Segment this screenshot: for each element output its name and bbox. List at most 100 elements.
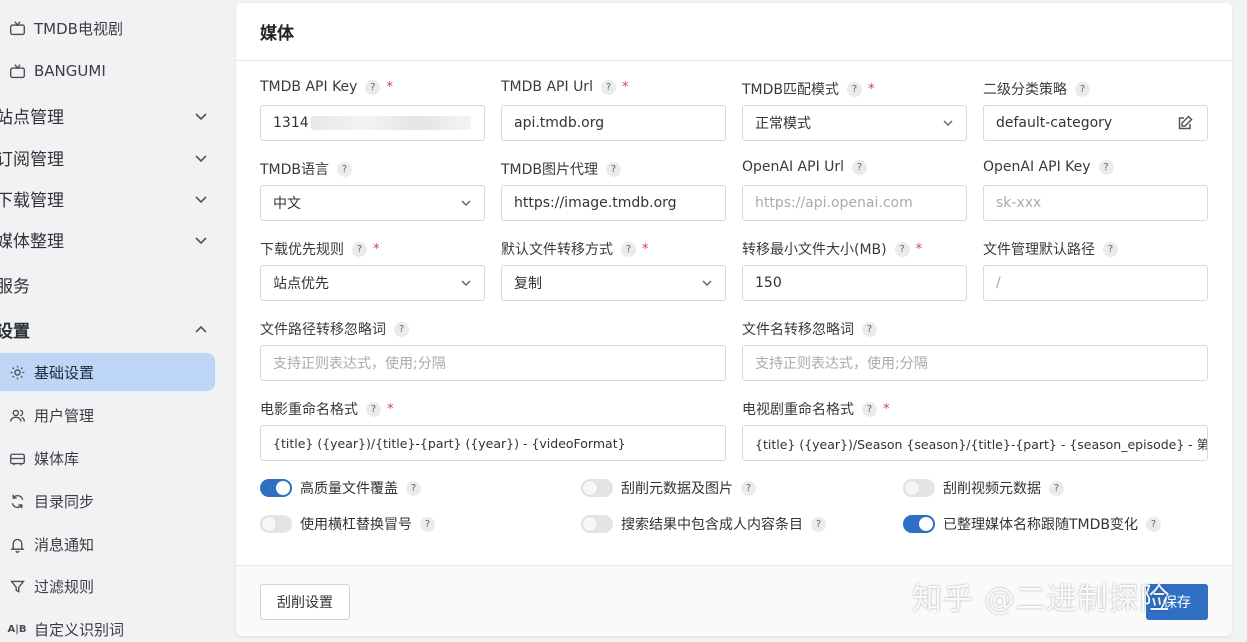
label-text: TMDB语言 <box>260 162 330 178</box>
openai-api-url-input[interactable]: https://api.openai.com <box>742 185 967 221</box>
tmdb-match-mode-select[interactable]: 正常模式 <box>742 105 967 141</box>
toggle-label: 高质量文件覆盖 <box>300 481 398 497</box>
sidebar-group-services[interactable]: 服务 <box>0 265 218 303</box>
help-icon[interactable]: ? <box>394 321 409 337</box>
category-policy-input[interactable]: default-category <box>983 105 1208 141</box>
path-ignore-label: 文件路径转移忽略词 ? <box>260 319 409 339</box>
movie-format-input[interactable]: {title} ({year})/{title}-{part} ({year})… <box>260 425 726 461</box>
download-priority-label: 下载优先规则 ? * <box>260 239 380 259</box>
sidebar-item-users[interactable]: 用户管理 <box>0 396 215 434</box>
sidebar-group-sites[interactable]: 站点管理 <box>0 96 218 134</box>
select-value: 正常模式 <box>755 116 811 132</box>
sidebar-item-dir-sync[interactable]: 目录同步 <box>0 482 215 520</box>
help-icon[interactable]: ? <box>352 241 367 257</box>
input-value: {title} ({year})/{title}-{part} ({year})… <box>273 435 626 451</box>
sidebar-item-library[interactable]: 媒体库 <box>0 439 215 477</box>
select-value: 中文 <box>273 196 301 212</box>
toggle-switch[interactable] <box>581 515 613 533</box>
help-icon[interactable]: ? <box>1098 159 1114 175</box>
help-icon[interactable]: ? <box>366 401 381 417</box>
sync-icon <box>8 492 26 510</box>
help-icon[interactable]: ? <box>811 516 826 532</box>
help-icon[interactable]: ? <box>894 241 910 257</box>
help-icon[interactable]: ? <box>741 480 756 496</box>
input-value: api.tmdb.org <box>514 115 605 131</box>
sidebar-group-subscriptions[interactable]: 订阅管理 <box>0 138 218 176</box>
tmdb-image-proxy-input[interactable]: https://image.tmdb.org <box>501 185 726 221</box>
toggle-switch[interactable] <box>260 479 292 497</box>
transfer-mode-select[interactable]: 复制 <box>501 265 726 301</box>
tmdb-api-url-input[interactable]: api.tmdb.org <box>501 105 726 141</box>
toggle-switch[interactable] <box>581 479 613 497</box>
tmdb-api-key-input[interactable]: 1314 <box>260 105 485 141</box>
toggle-switch[interactable] <box>903 515 935 533</box>
sidebar-item-custom-words[interactable]: A|B 自定义识别词 <box>0 610 215 642</box>
name-ignore-input[interactable]: 支持正则表达式，使用;分隔 <box>742 345 1208 381</box>
edit-icon[interactable] <box>1177 115 1193 131</box>
tv-icon <box>8 19 26 37</box>
watermark: 知乎 @二进制探险 <box>912 582 1171 617</box>
toggle-switch[interactable] <box>260 515 292 533</box>
download-priority-select[interactable]: 站点优先 <box>260 265 485 301</box>
help-icon[interactable]: ? <box>1146 516 1162 532</box>
default-path-input[interactable]: / <box>983 265 1208 301</box>
input-placeholder: 支持正则表达式，使用;分隔 <box>755 356 928 372</box>
toggle-scrape-video-metadata[interactable]: 刮削视频元数据 ? <box>903 478 1064 498</box>
tmdb-language-select[interactable]: 中文 <box>260 185 485 221</box>
help-icon[interactable]: ? <box>365 79 381 95</box>
help-icon[interactable]: ? <box>1049 480 1064 496</box>
help-icon[interactable]: ? <box>862 401 877 417</box>
help-icon[interactable]: ? <box>337 161 353 177</box>
sidebar-group-settings[interactable]: 设置 <box>0 310 218 348</box>
tv-format-input[interactable]: {title} ({year})/Season {season}/{title}… <box>742 425 1208 461</box>
toggle-follow-tmdb-name[interactable]: 已整理媒体名称跟随TMDB变化 ? <box>903 514 1162 534</box>
toggle-label: 使用横杠替换冒号 <box>300 517 412 533</box>
help-icon[interactable]: ? <box>862 321 877 337</box>
required-mark: * <box>373 241 380 257</box>
sidebar-item-bangumi[interactable]: BANGUMI <box>0 52 215 90</box>
toggle-switch[interactable] <box>903 479 935 497</box>
gear-icon <box>8 363 26 381</box>
help-icon[interactable]: ? <box>420 516 435 532</box>
min-file-size-label: 转移最小文件大小(MB) ? * <box>742 239 922 259</box>
help-icon[interactable]: ? <box>847 81 863 97</box>
openai-api-key-input[interactable]: sk-xxx <box>983 185 1208 221</box>
help-icon[interactable]: ? <box>1075 81 1090 97</box>
sidebar-item-tmdb-tv[interactable]: TMDB电视剧 <box>0 9 215 47</box>
toggle-overwrite-hq[interactable]: 高质量文件覆盖 ? <box>260 478 421 498</box>
input-value: 1314 <box>273 115 309 131</box>
toggle-knob <box>583 481 597 495</box>
scrape-settings-button[interactable]: 刮削设置 <box>260 584 350 620</box>
sidebar-item-filter-rules[interactable]: 过滤规则 <box>0 567 215 605</box>
help-icon[interactable]: ? <box>606 161 622 177</box>
openai-api-key-label: OpenAI API Key ? <box>983 159 1114 175</box>
tmdb-match-mode-label: TMDB匹配模式 ? * <box>742 79 875 99</box>
sidebar-group-downloads[interactable]: 下载管理 <box>0 179 218 217</box>
sidebar-item-label: 消息通知 <box>34 535 95 554</box>
required-mark: * <box>387 401 394 417</box>
toggle-dash-colon[interactable]: 使用横杠替换冒号 ? <box>260 514 435 534</box>
toggle-scrape-metadata[interactable]: 刮削元数据及图片 ? <box>581 478 756 498</box>
label-text: OpenAI API Key <box>983 159 1091 175</box>
help-icon[interactable]: ? <box>406 480 421 496</box>
sidebar-item-basic-settings[interactable]: 基础设置 <box>0 353 215 391</box>
help-icon[interactable]: ? <box>852 159 868 175</box>
category-policy-label: 二级分类策略 ? <box>983 79 1090 99</box>
sidebar-group-label: 站点管理 <box>0 107 64 128</box>
help-icon[interactable]: ? <box>600 79 616 95</box>
sidebar-group-media-organize[interactable]: 媒体整理 <box>0 220 218 258</box>
label-text: 文件路径转移忽略词 <box>260 322 386 338</box>
required-mark: * <box>642 241 649 257</box>
help-icon[interactable]: ? <box>1103 241 1118 257</box>
label-text: TMDB API Url <box>501 79 593 95</box>
sidebar-item-label: 用户管理 <box>34 406 95 425</box>
path-ignore-input[interactable]: 支持正则表达式，使用;分隔 <box>260 345 726 381</box>
input-placeholder: 支持正则表达式，使用;分隔 <box>273 356 446 372</box>
toggle-adult-content[interactable]: 搜索结果中包含成人内容条目 ? <box>581 514 826 534</box>
sidebar-item-label: 媒体库 <box>34 449 80 468</box>
toggle-label: 刮削视频元数据 <box>943 481 1041 497</box>
sidebar-item-notifications[interactable]: 消息通知 <box>0 525 215 563</box>
toggle-knob <box>905 481 919 495</box>
help-icon[interactable]: ? <box>621 241 636 257</box>
min-file-size-input[interactable]: 150 <box>742 265 967 301</box>
